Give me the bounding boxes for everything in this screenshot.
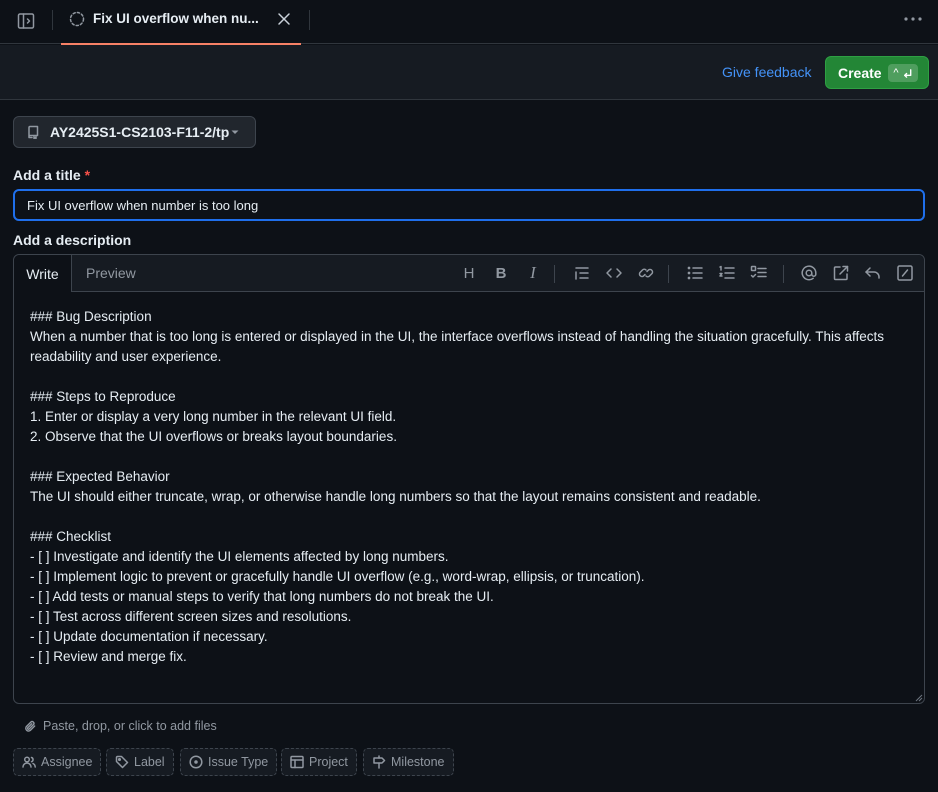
title-label: Add a title * (13, 167, 90, 183)
tab-divider (52, 10, 53, 30)
bold-button[interactable]: B (492, 264, 510, 282)
text-line: - [ ] Investigate and identify the UI el… (30, 549, 449, 564)
issue-header: Give feedback Create ^ (0, 45, 938, 100)
repository-name: AY2425S1-CS2103-F11-2/tp (50, 124, 230, 140)
paperclip-icon (25, 720, 36, 732)
task-list-icon[interactable] (750, 264, 768, 282)
more-actions-icon[interactable] (902, 11, 924, 27)
create-button[interactable]: Create ^ (825, 56, 929, 89)
text-line: ### Steps to Reproduce (30, 389, 176, 404)
title-input[interactable] (13, 189, 925, 221)
mention-icon[interactable] (800, 264, 818, 282)
text-line: 2. Observe that the UI overflows or brea… (30, 429, 397, 444)
text-line (30, 507, 910, 527)
assignee-label: Assignee (41, 755, 93, 769)
tag-icon (115, 755, 129, 769)
assignee-button[interactable]: Assignee (13, 748, 102, 776)
tab-preview[interactable]: Preview (86, 265, 136, 281)
text-line: - [ ] Implement logic to prevent or grac… (30, 569, 645, 584)
text-line: - [ ] Add tests or manual steps to verif… (30, 589, 494, 604)
ordered-list-icon[interactable] (718, 264, 736, 282)
text-line: - [ ] Update documentation if necessary. (30, 629, 268, 644)
issue-type-label: Issue Type (208, 755, 269, 769)
text-line: The UI should either truncate, wrap, or … (30, 489, 761, 504)
quote-icon[interactable] (573, 264, 591, 282)
reference-icon[interactable] (832, 264, 850, 282)
undo-icon[interactable] (864, 264, 882, 282)
title-label-text: Add a title (13, 167, 81, 183)
tab-write[interactable]: Write (14, 255, 72, 292)
repo-icon (26, 125, 40, 139)
text-line (30, 447, 910, 467)
enter-key-icon (903, 68, 911, 78)
tab-new-issue[interactable]: Fix UI overflow when nu... (61, 0, 301, 45)
people-icon (22, 756, 36, 768)
toolbar-divider (554, 265, 555, 283)
required-mark: * (84, 167, 91, 183)
text-line: - [ ] Test across different screen sizes… (30, 609, 352, 624)
tab-title: Fix UI overflow when nu... (93, 11, 259, 26)
text-line: - [ ] Review and merge fix. (30, 649, 187, 664)
toolbar-divider (783, 265, 784, 283)
close-icon[interactable] (277, 12, 291, 26)
label-label: Label (134, 755, 165, 769)
tab-divider (309, 10, 310, 30)
tab-bar: Fix UI overflow when nu... (0, 0, 938, 45)
milestone-button[interactable]: Milestone (363, 748, 454, 776)
text-line: ### Checklist (30, 529, 112, 544)
description-editor: Write Preview H B I ### Bug Description … (13, 254, 925, 704)
italic-button[interactable]: I (524, 263, 542, 282)
keyboard-shortcut: ^ (888, 64, 918, 82)
issue-type-button[interactable]: Issue Type (180, 748, 278, 776)
issue-type-icon (189, 755, 203, 769)
toolbar-divider (668, 265, 669, 283)
description-textarea[interactable]: ### Bug Description When a number that i… (30, 307, 910, 667)
ctrl-key-label: ^ (893, 67, 899, 79)
text-line: 1. Enter or display a very long number i… (30, 409, 397, 424)
heading-button[interactable]: H (460, 264, 478, 282)
milestone-label: Milestone (391, 755, 445, 769)
description-label: Add a description (13, 232, 132, 248)
text-line (30, 367, 910, 387)
caret-down-icon (230, 127, 240, 137)
editor-toolbar: Write Preview H B I (14, 255, 924, 292)
text-line: ### Expected Behavior (30, 469, 170, 484)
attach-hint: Paste, drop, or click to add files (43, 719, 217, 733)
project-label: Project (309, 755, 348, 769)
slash-commands-icon[interactable] (896, 264, 914, 282)
link-icon[interactable] (637, 264, 655, 282)
code-icon[interactable] (605, 264, 623, 282)
text-line: When a number that is too long is entere… (30, 329, 884, 364)
project-button[interactable]: Project (281, 748, 357, 776)
text-line: ### Bug Description (30, 309, 152, 324)
create-button-label: Create (838, 65, 882, 81)
resize-handle-icon[interactable] (915, 694, 923, 702)
unordered-list-icon[interactable] (686, 264, 704, 282)
draft-issue-icon (69, 11, 85, 27)
milestone-icon (373, 755, 386, 769)
project-table-icon (290, 755, 304, 769)
repository-selector[interactable]: AY2425S1-CS2103-F11-2/tp (13, 116, 256, 148)
sidebar-toggle-icon[interactable] (16, 11, 36, 31)
label-button[interactable]: Label (106, 748, 174, 776)
attach-files[interactable]: Paste, drop, or click to add files (24, 719, 217, 733)
give-feedback-link[interactable]: Give feedback (722, 64, 812, 80)
